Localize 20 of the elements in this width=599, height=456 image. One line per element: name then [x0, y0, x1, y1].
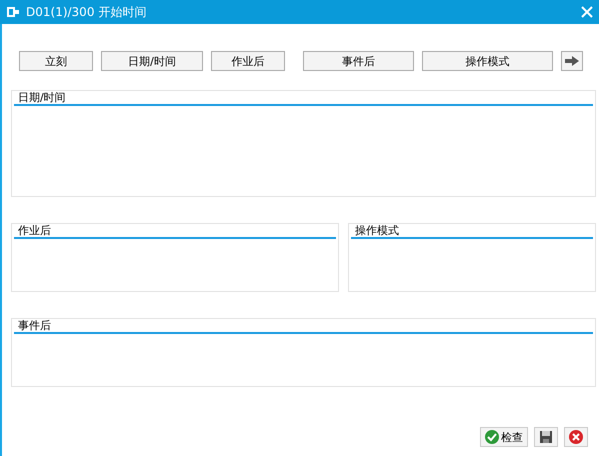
cancel-button[interactable]	[564, 427, 588, 447]
group-title: 事件后	[18, 319, 51, 332]
group-title: 日期/时间	[18, 91, 66, 104]
option-button[interactable]: 操作模式	[422, 51, 553, 71]
window-title: D01(1)/300 开始时间	[26, 4, 148, 20]
save-icon	[539, 430, 553, 444]
check-button[interactable]: 检查	[480, 427, 528, 447]
window-icon	[6, 6, 20, 18]
option-button[interactable]: 作业后	[211, 51, 285, 71]
option-button[interactable]: 事件后	[303, 51, 414, 71]
cancel-icon	[569, 430, 583, 444]
save-button[interactable]	[534, 427, 558, 447]
group-title: 作业后	[18, 224, 51, 237]
option-button[interactable]: 日期/时间	[101, 51, 203, 71]
next-button[interactable]	[561, 51, 583, 71]
arrow-right-icon	[565, 56, 579, 66]
option-button[interactable]: 立刻	[19, 51, 93, 71]
group-title: 操作模式	[355, 224, 399, 237]
checkmark-icon	[485, 430, 499, 444]
close-icon[interactable]	[581, 6, 593, 18]
